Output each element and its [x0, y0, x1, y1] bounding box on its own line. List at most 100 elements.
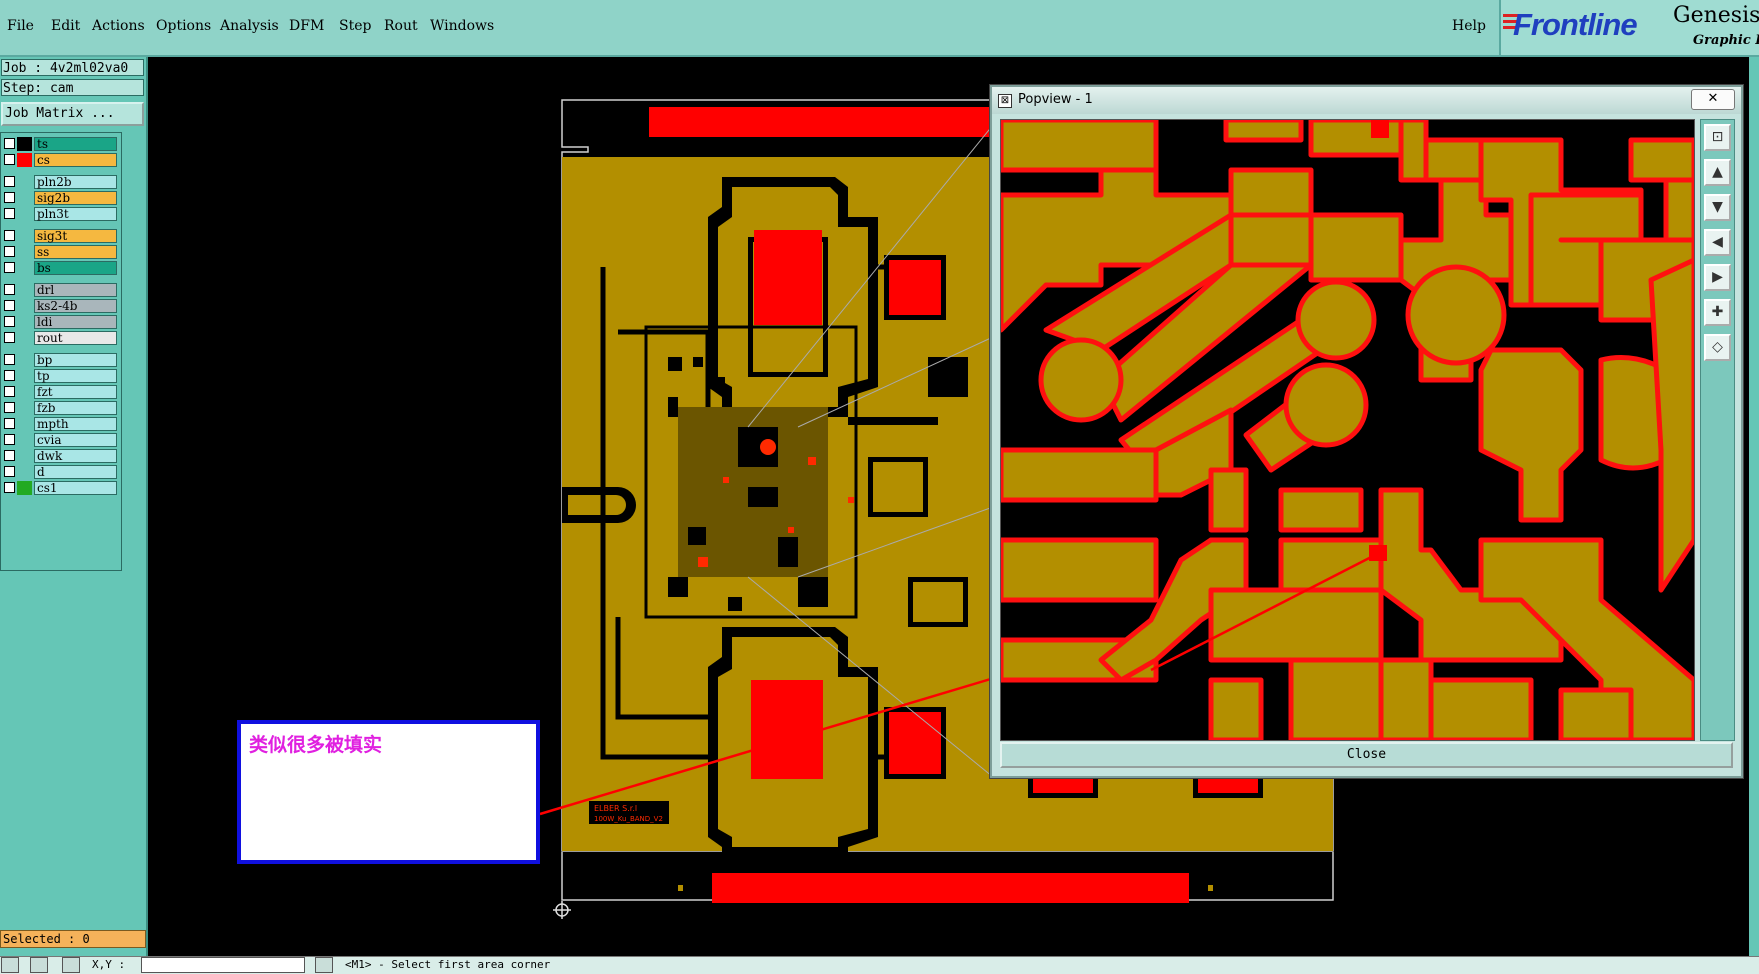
- layer-row-sig2b[interactable]: sig2b: [1, 191, 119, 205]
- layer-color-swatch[interactable]: [17, 353, 32, 367]
- layer-row-cs[interactable]: cs: [1, 153, 119, 167]
- layer-name[interactable]: ts: [34, 137, 117, 151]
- layer-name[interactable]: rout: [34, 331, 117, 345]
- layer-checkbox[interactable]: [4, 482, 15, 493]
- layer-name[interactable]: fzb: [34, 401, 117, 415]
- layer-name[interactable]: tp: [34, 369, 117, 383]
- layer-row-cs1[interactable]: cs1: [1, 481, 119, 495]
- check-mode-icon[interactable]: [30, 957, 48, 973]
- menu-rout[interactable]: Rout: [384, 18, 418, 34]
- layer-name[interactable]: cs: [34, 153, 117, 167]
- layer-name[interactable]: bs: [34, 261, 117, 275]
- zoom-fit-icon[interactable]: ⊡: [1704, 124, 1731, 151]
- layer-row-drl[interactable]: drl: [1, 283, 119, 297]
- layer-color-swatch[interactable]: [17, 137, 32, 151]
- layer-checkbox[interactable]: [4, 450, 15, 461]
- layer-name[interactable]: cs1: [34, 481, 117, 495]
- zoom-in-icon[interactable]: ✚: [1704, 299, 1731, 326]
- layer-color-swatch[interactable]: [17, 449, 32, 463]
- layer-checkbox[interactable]: [4, 230, 15, 241]
- layer-row-ss[interactable]: ss: [1, 245, 119, 259]
- layer-name[interactable]: sig3t: [34, 229, 117, 243]
- layer-name[interactable]: drl: [34, 283, 117, 297]
- zoom-out-icon[interactable]: ◇: [1704, 334, 1731, 361]
- menu-help[interactable]: Help: [1452, 18, 1486, 34]
- layer-checkbox[interactable]: [4, 316, 15, 327]
- layer-color-swatch[interactable]: [17, 433, 32, 447]
- layer-checkbox[interactable]: [4, 138, 15, 149]
- layer-checkbox[interactable]: [4, 300, 15, 311]
- layer-name[interactable]: ldi: [34, 315, 117, 329]
- layer-checkbox[interactable]: [4, 208, 15, 219]
- layer-name[interactable]: pln2b: [34, 175, 117, 189]
- layer-checkbox[interactable]: [4, 418, 15, 429]
- menu-dfm[interactable]: DFM: [289, 18, 324, 34]
- menu-edit[interactable]: Edit: [51, 18, 80, 34]
- input-mode-icon[interactable]: [315, 957, 333, 973]
- layer-name[interactable]: fzt: [34, 385, 117, 399]
- layer-name[interactable]: d: [34, 465, 117, 479]
- layer-color-swatch[interactable]: [17, 191, 32, 205]
- layer-color-swatch[interactable]: [17, 229, 32, 243]
- pan-up-icon[interactable]: ▲: [1704, 159, 1731, 186]
- layer-checkbox[interactable]: [4, 284, 15, 295]
- layer-row-bp[interactable]: bp: [1, 353, 119, 367]
- menu-step[interactable]: Step: [339, 18, 371, 34]
- layer-color-swatch[interactable]: [17, 245, 32, 259]
- pan-right-icon[interactable]: ▶: [1704, 264, 1731, 291]
- menu-analysis[interactable]: Analysis: [220, 18, 279, 34]
- pan-left-icon[interactable]: ◀: [1704, 229, 1731, 256]
- window-close-button[interactable]: ✕: [1691, 89, 1735, 110]
- layer-row-sig3t[interactable]: sig3t: [1, 229, 119, 243]
- layer-row-pln2b[interactable]: pln2b: [1, 175, 119, 189]
- layer-color-swatch[interactable]: [17, 315, 32, 329]
- layer-name[interactable]: pln3t: [34, 207, 117, 221]
- layer-checkbox[interactable]: [4, 246, 15, 257]
- layer-checkbox[interactable]: [4, 466, 15, 477]
- layer-row-fzb[interactable]: fzb: [1, 401, 119, 415]
- menu-windows[interactable]: Windows: [430, 18, 494, 34]
- layer-name[interactable]: ss: [34, 245, 117, 259]
- menu-actions[interactable]: Actions: [92, 18, 145, 34]
- layer-row-cvia[interactable]: cvia: [1, 433, 119, 447]
- job-matrix-button[interactable]: Job Matrix ...: [1, 102, 144, 126]
- layer-row-ts[interactable]: ts: [1, 137, 119, 151]
- layer-color-swatch[interactable]: [17, 401, 32, 415]
- layer-checkbox[interactable]: [4, 262, 15, 273]
- pan-down-icon[interactable]: ▼: [1704, 194, 1731, 221]
- layer-checkbox[interactable]: [4, 386, 15, 397]
- layer-checkbox[interactable]: [4, 332, 15, 343]
- layer-color-swatch[interactable]: [17, 283, 32, 297]
- layer-color-swatch[interactable]: [17, 417, 32, 431]
- popview-zoom-view[interactable]: [1000, 119, 1695, 741]
- layer-name[interactable]: sig2b: [34, 191, 117, 205]
- layer-color-swatch[interactable]: [17, 331, 32, 345]
- layer-row-bs[interactable]: bs: [1, 261, 119, 275]
- layer-row-d[interactable]: d: [1, 465, 119, 479]
- layer-color-swatch[interactable]: [17, 465, 32, 479]
- layer-row-ks2-4b[interactable]: ks2-4b: [1, 299, 119, 313]
- layer-color-swatch[interactable]: [17, 299, 32, 313]
- layer-name[interactable]: ks2-4b: [34, 299, 117, 313]
- xy-coordinate-field[interactable]: [141, 957, 305, 973]
- popview-close-button[interactable]: Close: [1000, 742, 1733, 768]
- layer-name[interactable]: cvia: [34, 433, 117, 447]
- layer-checkbox[interactable]: [4, 192, 15, 203]
- layer-checkbox[interactable]: [4, 154, 15, 165]
- layer-checkbox[interactable]: [4, 354, 15, 365]
- layer-checkbox[interactable]: [4, 370, 15, 381]
- layer-row-fzt[interactable]: fzt: [1, 385, 119, 399]
- layer-name[interactable]: dwk: [34, 449, 117, 463]
- layer-name[interactable]: mpth: [34, 417, 117, 431]
- layer-checkbox[interactable]: [4, 176, 15, 187]
- layer-row-dwk[interactable]: dwk: [1, 449, 119, 463]
- snap-mode-icon[interactable]: [62, 957, 80, 973]
- layer-row-pln3t[interactable]: pln3t: [1, 207, 119, 221]
- layer-color-swatch[interactable]: [17, 261, 32, 275]
- layer-row-mpth[interactable]: mpth: [1, 417, 119, 431]
- layer-color-swatch[interactable]: [17, 385, 32, 399]
- layer-checkbox[interactable]: [4, 434, 15, 445]
- layer-color-swatch[interactable]: [17, 175, 32, 189]
- popview-window[interactable]: ⊠ Popview - 1 ✕ ⊡ ▲ ▼ ◀ ▶ ✚ ◇ Close: [990, 85, 1743, 778]
- popview-titlebar[interactable]: ⊠ Popview - 1 ✕: [992, 87, 1741, 114]
